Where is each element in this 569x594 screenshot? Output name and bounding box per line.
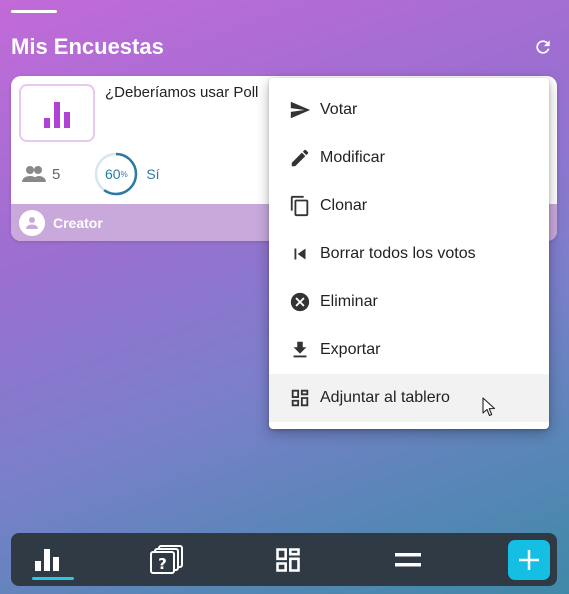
- group-icon: [22, 166, 46, 182]
- bar-chart-icon: [44, 102, 70, 128]
- send-icon: [289, 99, 311, 121]
- poll-context-menu: Votar Modificar Clonar Borrar todos los …: [269, 78, 549, 429]
- page-title: Mis Encuestas: [11, 34, 164, 59]
- menu-item-votar[interactable]: Votar: [269, 86, 549, 134]
- result-ring: 60%: [94, 152, 138, 196]
- skip-previous-icon: [289, 243, 311, 265]
- download-icon: [289, 339, 311, 361]
- poll-thumbnail: [19, 84, 95, 142]
- plus-icon: [519, 550, 539, 570]
- menu-item-modificar[interactable]: Modificar: [269, 134, 549, 182]
- active-indicator: [32, 577, 74, 580]
- result-answer: Sí: [146, 166, 160, 182]
- poll-title[interactable]: ¿Deberíamos usar Poll: [105, 84, 258, 101]
- menu-item-label: Exportar: [320, 341, 381, 358]
- menu-icon: [395, 552, 421, 566]
- header-decoration-line: [11, 10, 57, 13]
- page-header: Mis Encuestas: [11, 30, 559, 64]
- dashboard-icon: [276, 547, 300, 572]
- person-icon: [26, 216, 38, 229]
- mouse-cursor-icon: [482, 397, 496, 417]
- result-percent: 60%: [104, 166, 128, 182]
- nav-dashboard-button[interactable]: [258, 533, 318, 586]
- cancel-circle-icon: [289, 291, 311, 313]
- menu-item-clonar[interactable]: Clonar: [269, 182, 549, 230]
- menu-item-borrar-votos[interactable]: Borrar todos los votos: [269, 230, 549, 278]
- menu-item-label: Votar: [320, 101, 358, 118]
- dashboard-icon: [289, 387, 311, 409]
- nav-questions-button[interactable]: ?: [137, 533, 197, 586]
- pencil-icon: [289, 147, 311, 169]
- menu-item-adjuntar-tablero[interactable]: Adjuntar al tablero: [269, 374, 549, 422]
- avatar: [19, 209, 45, 236]
- nav-polls-button[interactable]: [17, 533, 77, 586]
- menu-item-label: Clonar: [320, 197, 368, 214]
- copy-icon: [289, 195, 311, 217]
- menu-item-label: Borrar todos los votos: [320, 245, 476, 262]
- nav-menu-button[interactable]: [378, 533, 438, 586]
- bar-chart-icon: [35, 548, 59, 571]
- voters-count: 5: [21, 164, 60, 184]
- poll-stats: 5 60% Sí: [21, 152, 160, 196]
- bottom-navigation: ?: [11, 533, 557, 586]
- menu-item-exportar[interactable]: Exportar: [269, 326, 549, 374]
- add-poll-button[interactable]: [508, 540, 550, 580]
- menu-item-label: Eliminar: [320, 293, 378, 310]
- questions-icon: ?: [150, 544, 183, 574]
- refresh-button[interactable]: [531, 35, 555, 59]
- refresh-icon: [536, 40, 550, 54]
- menu-item-label: Adjuntar al tablero: [320, 389, 450, 406]
- voters-count-value: 5: [52, 165, 61, 183]
- creator-name: Creator: [53, 214, 103, 231]
- menu-item-label: Modificar: [320, 149, 385, 166]
- menu-item-eliminar[interactable]: Eliminar: [269, 278, 549, 326]
- svg-text:?: ?: [158, 555, 167, 573]
